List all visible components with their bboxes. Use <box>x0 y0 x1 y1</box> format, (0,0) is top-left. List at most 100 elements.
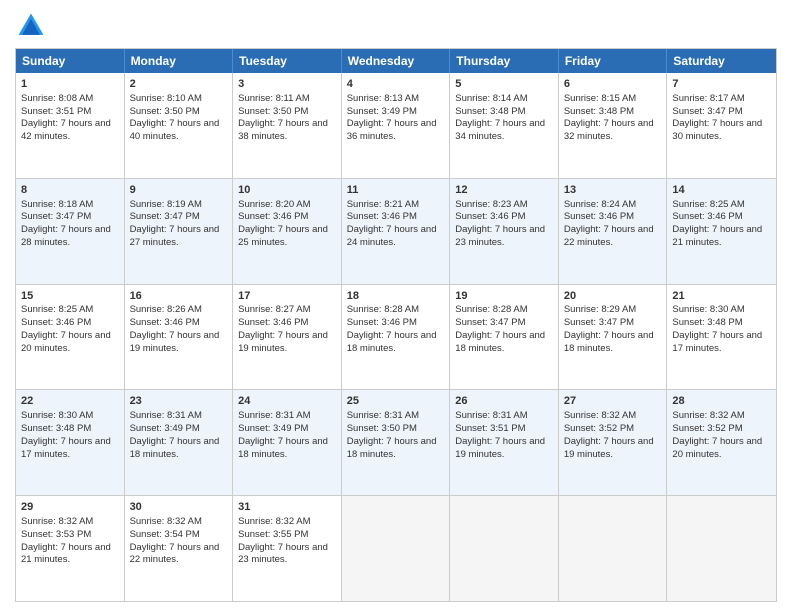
daylight-text: Daylight: 7 hours and 42 minutes. <box>21 118 111 142</box>
sunrise-text: Sunrise: 8:32 AM <box>21 516 93 527</box>
sunset-text: Sunset: 3:46 PM <box>21 317 91 328</box>
daylight-text: Daylight: 7 hours and 30 minutes. <box>672 118 762 142</box>
sunrise-text: Sunrise: 8:10 AM <box>130 93 202 104</box>
calendar-cell: 18Sunrise: 8:28 AMSunset: 3:46 PMDayligh… <box>342 285 451 390</box>
day-number: 20 <box>564 289 662 304</box>
daylight-text: Daylight: 7 hours and 32 minutes. <box>564 118 654 142</box>
day-number: 26 <box>455 394 553 409</box>
sunset-text: Sunset: 3:49 PM <box>347 106 417 117</box>
header-day-wednesday: Wednesday <box>342 49 451 73</box>
calendar-cell <box>559 496 668 601</box>
sunset-text: Sunset: 3:46 PM <box>564 211 634 222</box>
sunrise-text: Sunrise: 8:30 AM <box>21 410 93 421</box>
sunset-text: Sunset: 3:46 PM <box>238 211 308 222</box>
daylight-text: Daylight: 7 hours and 17 minutes. <box>672 330 762 354</box>
calendar-cell: 13Sunrise: 8:24 AMSunset: 3:46 PMDayligh… <box>559 179 668 284</box>
sunrise-text: Sunrise: 8:15 AM <box>564 93 636 104</box>
sunset-text: Sunset: 3:48 PM <box>564 106 634 117</box>
sunrise-text: Sunrise: 8:31 AM <box>238 410 310 421</box>
sunrise-text: Sunrise: 8:21 AM <box>347 199 419 210</box>
day-number: 18 <box>347 289 445 304</box>
day-number: 17 <box>238 289 336 304</box>
sunset-text: Sunset: 3:46 PM <box>672 211 742 222</box>
calendar-cell <box>667 496 776 601</box>
day-number: 12 <box>455 183 553 198</box>
calendar-row-3: 15Sunrise: 8:25 AM Sunset: 3:46 PM Dayligh… <box>16 284 776 390</box>
sunset-text: Sunset: 3:53 PM <box>21 529 91 540</box>
daylight-text: Daylight: 7 hours and 28 minutes. <box>21 224 111 248</box>
calendar-cell: 7Sunrise: 8:17 AMSunset: 3:47 PMDaylight… <box>667 73 776 178</box>
sunrise-text: Sunrise: 8:32 AM <box>130 516 202 527</box>
sunset-text: Sunset: 3:55 PM <box>238 529 308 540</box>
sunrise-text: Sunrise: 8:19 AM <box>130 199 202 210</box>
calendar-cell: 20Sunrise: 8:29 AMSunset: 3:47 PMDayligh… <box>559 285 668 390</box>
calendar-cell: 12Sunrise: 8:23 AMSunset: 3:46 PMDayligh… <box>450 179 559 284</box>
sunset-text: Sunset: 3:49 PM <box>238 423 308 434</box>
day-number: 15 <box>21 289 119 304</box>
daylight-text: Daylight: 7 hours and 18 minutes. <box>564 330 654 354</box>
calendar-cell <box>450 496 559 601</box>
sunrise-text: Sunrise: 8:27 AM <box>238 304 310 315</box>
sunset-text: Sunset: 3:47 PM <box>130 211 200 222</box>
sunset-text: Sunset: 3:50 PM <box>238 106 308 117</box>
day-number: 23 <box>130 394 228 409</box>
daylight-text: Daylight: 7 hours and 18 minutes. <box>130 436 220 460</box>
daylight-text: Daylight: 7 hours and 18 minutes. <box>455 330 545 354</box>
day-number: 2 <box>130 77 228 92</box>
sunrise-text: Sunrise: 8:31 AM <box>347 410 419 421</box>
calendar-cell: 19Sunrise: 8:28 AMSunset: 3:47 PMDayligh… <box>450 285 559 390</box>
logo <box>15 10 51 42</box>
calendar-cell: 15Sunrise: 8:25 AM Sunset: 3:46 PM Dayligh… <box>16 285 125 390</box>
calendar-cell: 29Sunrise: 8:32 AMSunset: 3:53 PMDayligh… <box>16 496 125 601</box>
calendar-row-1: 1Sunrise: 8:08 AMSunset: 3:51 PMDaylight… <box>16 73 776 178</box>
calendar-cell: 10Sunrise: 8:20 AMSunset: 3:46 PMDayligh… <box>233 179 342 284</box>
sunrise-text: Sunrise: 8:23 AM <box>455 199 527 210</box>
calendar-cell: 22Sunrise: 8:30 AMSunset: 3:48 PMDayligh… <box>16 390 125 495</box>
sunset-text: Sunset: 3:47 PM <box>564 317 634 328</box>
day-number: 6 <box>564 77 662 92</box>
sunrise-text: Sunrise: 8:30 AM <box>672 304 744 315</box>
sunrise-text: Sunrise: 8:31 AM <box>455 410 527 421</box>
sunrise-text: Sunrise: 8:17 AM <box>672 93 744 104</box>
header-day-thursday: Thursday <box>450 49 559 73</box>
calendar-cell <box>342 496 451 601</box>
day-number: 19 <box>455 289 553 304</box>
sunset-text: Sunset: 3:46 PM <box>238 317 308 328</box>
calendar-cell: 6Sunrise: 8:15 AM Sunset: 3:48 PMDaylight… <box>559 73 668 178</box>
header-day-friday: Friday <box>559 49 668 73</box>
sunrise-text: Sunrise: 8:25 AM <box>672 199 744 210</box>
daylight-text: Daylight: 7 hours and 20 minutes. <box>21 330 111 354</box>
sunrise-text: Sunrise: 8:11 AM <box>238 93 310 104</box>
day-number: 22 <box>21 394 119 409</box>
calendar-row-5: 29Sunrise: 8:32 AMSunset: 3:53 PMDayligh… <box>16 495 776 601</box>
daylight-text: Daylight: 7 hours and 19 minutes. <box>130 330 220 354</box>
header-day-tuesday: Tuesday <box>233 49 342 73</box>
calendar-cell: 9Sunrise: 8:19 AMSunset: 3:47 PMDaylight… <box>125 179 234 284</box>
header-day-monday: Monday <box>125 49 234 73</box>
daylight-text: Daylight: 7 hours and 22 minutes. <box>130 542 220 566</box>
day-number: 28 <box>672 394 771 409</box>
calendar-cell: 25Sunrise: 8:31 AMSunset: 3:50 PMDayligh… <box>342 390 451 495</box>
day-number: 1 <box>21 77 119 92</box>
calendar-cell: 28Sunrise: 8:32 AMSunset: 3:52 PMDayligh… <box>667 390 776 495</box>
daylight-text: Daylight: 7 hours and 25 minutes. <box>238 224 328 248</box>
calendar-cell: 1Sunrise: 8:08 AMSunset: 3:51 PMDaylight… <box>16 73 125 178</box>
sunset-text: Sunset: 3:49 PM <box>130 423 200 434</box>
day-number: 21 <box>672 289 771 304</box>
day-number: 8 <box>21 183 119 198</box>
daylight-text: Daylight: 7 hours and 23 minutes. <box>455 224 545 248</box>
day-number: 24 <box>238 394 336 409</box>
sunrise-text: Sunrise: 8:25 AM <box>21 304 93 315</box>
header-day-sunday: Sunday <box>16 49 125 73</box>
sunset-text: Sunset: 3:46 PM <box>130 317 200 328</box>
daylight-text: Daylight: 7 hours and 18 minutes. <box>238 436 328 460</box>
sunrise-text: Sunrise: 8:14 AM <box>455 93 527 104</box>
calendar-cell: 27Sunrise: 8:32 AMSunset: 3:52 PMDayligh… <box>559 390 668 495</box>
calendar-cell: 16Sunrise: 8:26 AMSunset: 3:46 PMDayligh… <box>125 285 234 390</box>
sunset-text: Sunset: 3:52 PM <box>672 423 742 434</box>
sunrise-text: Sunrise: 8:31 AM <box>130 410 202 421</box>
day-number: 25 <box>347 394 445 409</box>
daylight-text: Daylight: 7 hours and 19 minutes. <box>238 330 328 354</box>
sunrise-text: Sunrise: 8:28 AM <box>347 304 419 315</box>
day-number: 9 <box>130 183 228 198</box>
